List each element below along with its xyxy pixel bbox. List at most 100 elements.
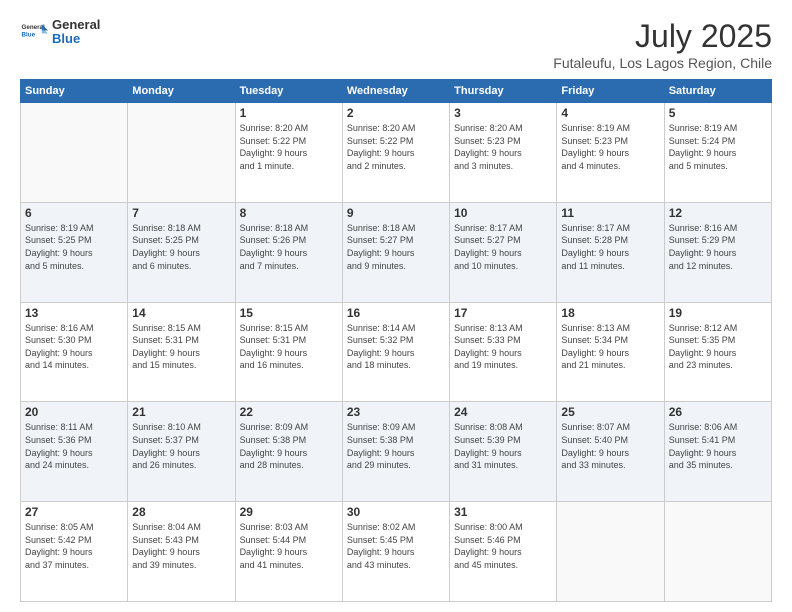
day-info: Sunrise: 8:18 AMSunset: 5:25 PMDaylight:… bbox=[132, 222, 230, 272]
day-info: Sunrise: 8:19 AMSunset: 5:25 PMDaylight:… bbox=[25, 222, 123, 272]
day-info: Sunrise: 8:19 AMSunset: 5:23 PMDaylight:… bbox=[561, 122, 659, 172]
day-info: Sunrise: 8:17 AMSunset: 5:27 PMDaylight:… bbox=[454, 222, 552, 272]
day-number: 24 bbox=[454, 405, 552, 419]
day-info: Sunrise: 8:14 AMSunset: 5:32 PMDaylight:… bbox=[347, 322, 445, 372]
calendar-cell: 7 Sunrise: 8:18 AMSunset: 5:25 PMDaylight… bbox=[128, 202, 235, 302]
title-block: July 2025 Futaleufu, Los Lagos Region, C… bbox=[553, 18, 772, 71]
day-number: 8 bbox=[240, 206, 338, 220]
logo-general: General bbox=[52, 18, 100, 32]
day-number: 11 bbox=[561, 206, 659, 220]
day-number: 17 bbox=[454, 306, 552, 320]
weekday-header-wednesday: Wednesday bbox=[342, 80, 449, 103]
calendar-cell: 9Sunrise: 8:18 AMSunset: 5:27 PMDaylight… bbox=[342, 202, 449, 302]
calendar-cell: 2Sunrise: 8:20 AMSunset: 5:22 PMDaylight… bbox=[342, 103, 449, 203]
day-info: Sunrise: 8:03 AMSunset: 5:44 PMDaylight:… bbox=[240, 521, 338, 571]
weekday-header-row: SundayMondayTuesdayWednesdayThursdayFrid… bbox=[21, 80, 772, 103]
calendar-cell: 22 Sunrise: 8:09 AMSunset: 5:38 PMDayligh… bbox=[235, 402, 342, 502]
calendar-cell bbox=[128, 103, 235, 203]
calendar-week-row: 6 Sunrise: 8:19 AMSunset: 5:25 PMDaylight… bbox=[21, 202, 772, 302]
day-number: 31 bbox=[454, 505, 552, 519]
calendar-cell: 28Sunrise: 8:04 AMSunset: 5:43 PMDayligh… bbox=[128, 502, 235, 602]
calendar-cell: 11 Sunrise: 8:17 AMSunset: 5:28 PMDayligh… bbox=[557, 202, 664, 302]
calendar-cell: 16Sunrise: 8:14 AMSunset: 5:32 PMDayligh… bbox=[342, 302, 449, 402]
calendar-cell: 3Sunrise: 8:20 AMSunset: 5:23 PMDaylight… bbox=[450, 103, 557, 203]
day-info: Sunrise: 8:13 AMSunset: 5:33 PMDaylight:… bbox=[454, 322, 552, 372]
calendar-cell: 25Sunrise: 8:07 AMSunset: 5:40 PMDayligh… bbox=[557, 402, 664, 502]
day-info: Sunrise: 8:08 AMSunset: 5:39 PMDaylight:… bbox=[454, 421, 552, 471]
day-number: 21 bbox=[132, 405, 230, 419]
day-number: 5 bbox=[669, 106, 767, 120]
day-number: 18 bbox=[561, 306, 659, 320]
calendar-cell: 6 Sunrise: 8:19 AMSunset: 5:25 PMDaylight… bbox=[21, 202, 128, 302]
day-number: 29 bbox=[240, 505, 338, 519]
calendar-cell: 8 Sunrise: 8:18 AMSunset: 5:26 PMDaylight… bbox=[235, 202, 342, 302]
subtitle: Futaleufu, Los Lagos Region, Chile bbox=[553, 55, 772, 71]
day-info: Sunrise: 8:19 AMSunset: 5:24 PMDaylight:… bbox=[669, 122, 767, 172]
day-info: Sunrise: 8:09 AMSunset: 5:38 PMDaylight:… bbox=[240, 421, 338, 471]
day-number: 3 bbox=[454, 106, 552, 120]
calendar-cell: 4Sunrise: 8:19 AMSunset: 5:23 PMDaylight… bbox=[557, 103, 664, 203]
svg-text:General: General bbox=[22, 24, 45, 31]
weekday-header-monday: Monday bbox=[128, 80, 235, 103]
day-info: Sunrise: 8:04 AMSunset: 5:43 PMDaylight:… bbox=[132, 521, 230, 571]
page-header: General Blue General Blue July 2025 Futa… bbox=[20, 18, 772, 71]
calendar-cell: 10 Sunrise: 8:17 AMSunset: 5:27 PMDayligh… bbox=[450, 202, 557, 302]
calendar-cell: 13 Sunrise: 8:16 AMSunset: 5:30 PMDayligh… bbox=[21, 302, 128, 402]
calendar-table: SundayMondayTuesdayWednesdayThursdayFrid… bbox=[20, 79, 772, 602]
weekday-header-sunday: Sunday bbox=[21, 80, 128, 103]
day-info: Sunrise: 8:16 AMSunset: 5:30 PMDaylight:… bbox=[25, 322, 123, 372]
day-info: Sunrise: 8:00 AMSunset: 5:46 PMDaylight:… bbox=[454, 521, 552, 571]
calendar-cell: 31 Sunrise: 8:00 AMSunset: 5:46 PMDayligh… bbox=[450, 502, 557, 602]
day-number: 19 bbox=[669, 306, 767, 320]
day-number: 14 bbox=[132, 306, 230, 320]
day-number: 25 bbox=[561, 405, 659, 419]
calendar-cell: 23Sunrise: 8:09 AMSunset: 5:38 PMDayligh… bbox=[342, 402, 449, 502]
calendar-cell: 12Sunrise: 8:16 AMSunset: 5:29 PMDayligh… bbox=[664, 202, 771, 302]
day-info: Sunrise: 8:20 AMSunset: 5:22 PMDaylight:… bbox=[240, 122, 338, 172]
weekday-header-saturday: Saturday bbox=[664, 80, 771, 103]
calendar-cell: 21 Sunrise: 8:10 AMSunset: 5:37 PMDayligh… bbox=[128, 402, 235, 502]
logo-blue: Blue bbox=[52, 32, 100, 46]
calendar-cell: 15 Sunrise: 8:15 AMSunset: 5:31 PMDayligh… bbox=[235, 302, 342, 402]
calendar-cell: 27 Sunrise: 8:05 AMSunset: 5:42 PMDayligh… bbox=[21, 502, 128, 602]
calendar-cell: 30Sunrise: 8:02 AMSunset: 5:45 PMDayligh… bbox=[342, 502, 449, 602]
calendar-week-row: 13 Sunrise: 8:16 AMSunset: 5:30 PMDayligh… bbox=[21, 302, 772, 402]
day-number: 15 bbox=[240, 306, 338, 320]
day-info: Sunrise: 8:06 AMSunset: 5:41 PMDaylight:… bbox=[669, 421, 767, 471]
day-info: Sunrise: 8:10 AMSunset: 5:37 PMDaylight:… bbox=[132, 421, 230, 471]
calendar-cell: 26 Sunrise: 8:06 AMSunset: 5:41 PMDayligh… bbox=[664, 402, 771, 502]
day-number: 23 bbox=[347, 405, 445, 419]
calendar-week-row: 1 Sunrise: 8:20 AMSunset: 5:22 PMDaylight… bbox=[21, 103, 772, 203]
day-info: Sunrise: 8:15 AMSunset: 5:31 PMDaylight:… bbox=[132, 322, 230, 372]
calendar-cell: 29 Sunrise: 8:03 AMSunset: 5:44 PMDayligh… bbox=[235, 502, 342, 602]
day-info: Sunrise: 8:15 AMSunset: 5:31 PMDaylight:… bbox=[240, 322, 338, 372]
day-info: Sunrise: 8:17 AMSunset: 5:28 PMDaylight:… bbox=[561, 222, 659, 272]
day-info: Sunrise: 8:12 AMSunset: 5:35 PMDaylight:… bbox=[669, 322, 767, 372]
day-number: 13 bbox=[25, 306, 123, 320]
day-number: 10 bbox=[454, 206, 552, 220]
calendar-week-row: 27 Sunrise: 8:05 AMSunset: 5:42 PMDayligh… bbox=[21, 502, 772, 602]
calendar-cell bbox=[21, 103, 128, 203]
calendar-cell: 20Sunrise: 8:11 AMSunset: 5:36 PMDayligh… bbox=[21, 402, 128, 502]
weekday-header-thursday: Thursday bbox=[450, 80, 557, 103]
day-number: 26 bbox=[669, 405, 767, 419]
calendar-cell: 1 Sunrise: 8:20 AMSunset: 5:22 PMDaylight… bbox=[235, 103, 342, 203]
day-info: Sunrise: 8:05 AMSunset: 5:42 PMDaylight:… bbox=[25, 521, 123, 571]
calendar-cell bbox=[557, 502, 664, 602]
day-number: 22 bbox=[240, 405, 338, 419]
day-info: Sunrise: 8:13 AMSunset: 5:34 PMDaylight:… bbox=[561, 322, 659, 372]
day-number: 7 bbox=[132, 206, 230, 220]
day-number: 1 bbox=[240, 106, 338, 120]
day-number: 6 bbox=[25, 206, 123, 220]
day-info: Sunrise: 8:11 AMSunset: 5:36 PMDaylight:… bbox=[25, 421, 123, 471]
calendar-cell: 17 Sunrise: 8:13 AMSunset: 5:33 PMDayligh… bbox=[450, 302, 557, 402]
logo-icon: General Blue bbox=[20, 18, 48, 46]
calendar-cell: 5 Sunrise: 8:19 AMSunset: 5:24 PMDaylight… bbox=[664, 103, 771, 203]
calendar-cell bbox=[664, 502, 771, 602]
day-info: Sunrise: 8:20 AMSunset: 5:22 PMDaylight:… bbox=[347, 122, 445, 172]
logo-text: General Blue bbox=[52, 18, 100, 47]
day-info: Sunrise: 8:18 AMSunset: 5:27 PMDaylight:… bbox=[347, 222, 445, 272]
main-title: July 2025 bbox=[553, 18, 772, 55]
day-info: Sunrise: 8:18 AMSunset: 5:26 PMDaylight:… bbox=[240, 222, 338, 272]
day-number: 27 bbox=[25, 505, 123, 519]
